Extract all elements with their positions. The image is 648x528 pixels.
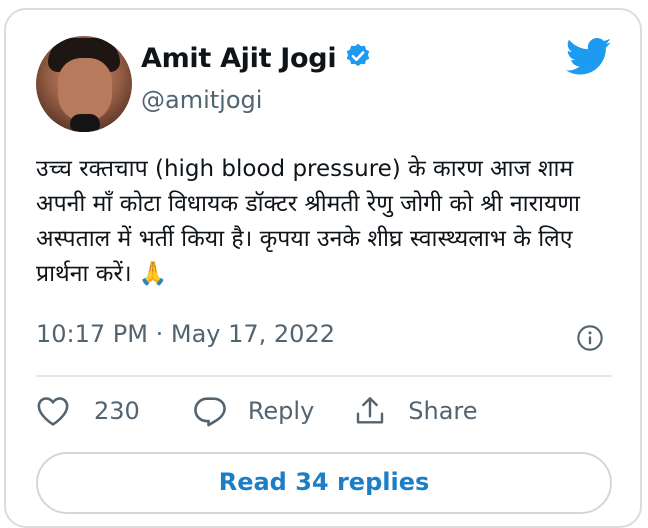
- divider: [36, 375, 612, 377]
- reply-label: Reply: [247, 397, 315, 425]
- avatar[interactable]: [36, 36, 132, 132]
- heart-icon: [36, 395, 70, 427]
- author-handle[interactable]: @amitjogi: [141, 86, 262, 114]
- reply-icon: [192, 395, 228, 427]
- share-button[interactable]: Share: [354, 394, 478, 428]
- like-count: 230: [94, 397, 140, 425]
- share-label: Share: [408, 397, 478, 425]
- read-replies-label: Read 34 replies: [218, 468, 430, 496]
- verified-badge-icon: [344, 42, 372, 74]
- read-replies-button[interactable]: Read 34 replies: [36, 452, 612, 514]
- tweet-timestamp[interactable]: 10:17 PM · May 17, 2022: [36, 320, 335, 348]
- share-icon: [354, 394, 386, 428]
- tweet-actions: 230 Reply Share: [36, 394, 478, 428]
- reply-button[interactable]: Reply: [192, 395, 314, 427]
- like-button[interactable]: 230: [36, 395, 140, 427]
- info-icon[interactable]: [576, 324, 604, 356]
- twitter-bird-icon[interactable]: [565, 38, 612, 80]
- author-name[interactable]: Amit Ajit Jogi: [141, 43, 337, 74]
- tweet-text: उच्च रक्तचाप (high blood pressure) के का…: [36, 156, 580, 287]
- author-row: Amit Ajit Jogi: [141, 42, 372, 74]
